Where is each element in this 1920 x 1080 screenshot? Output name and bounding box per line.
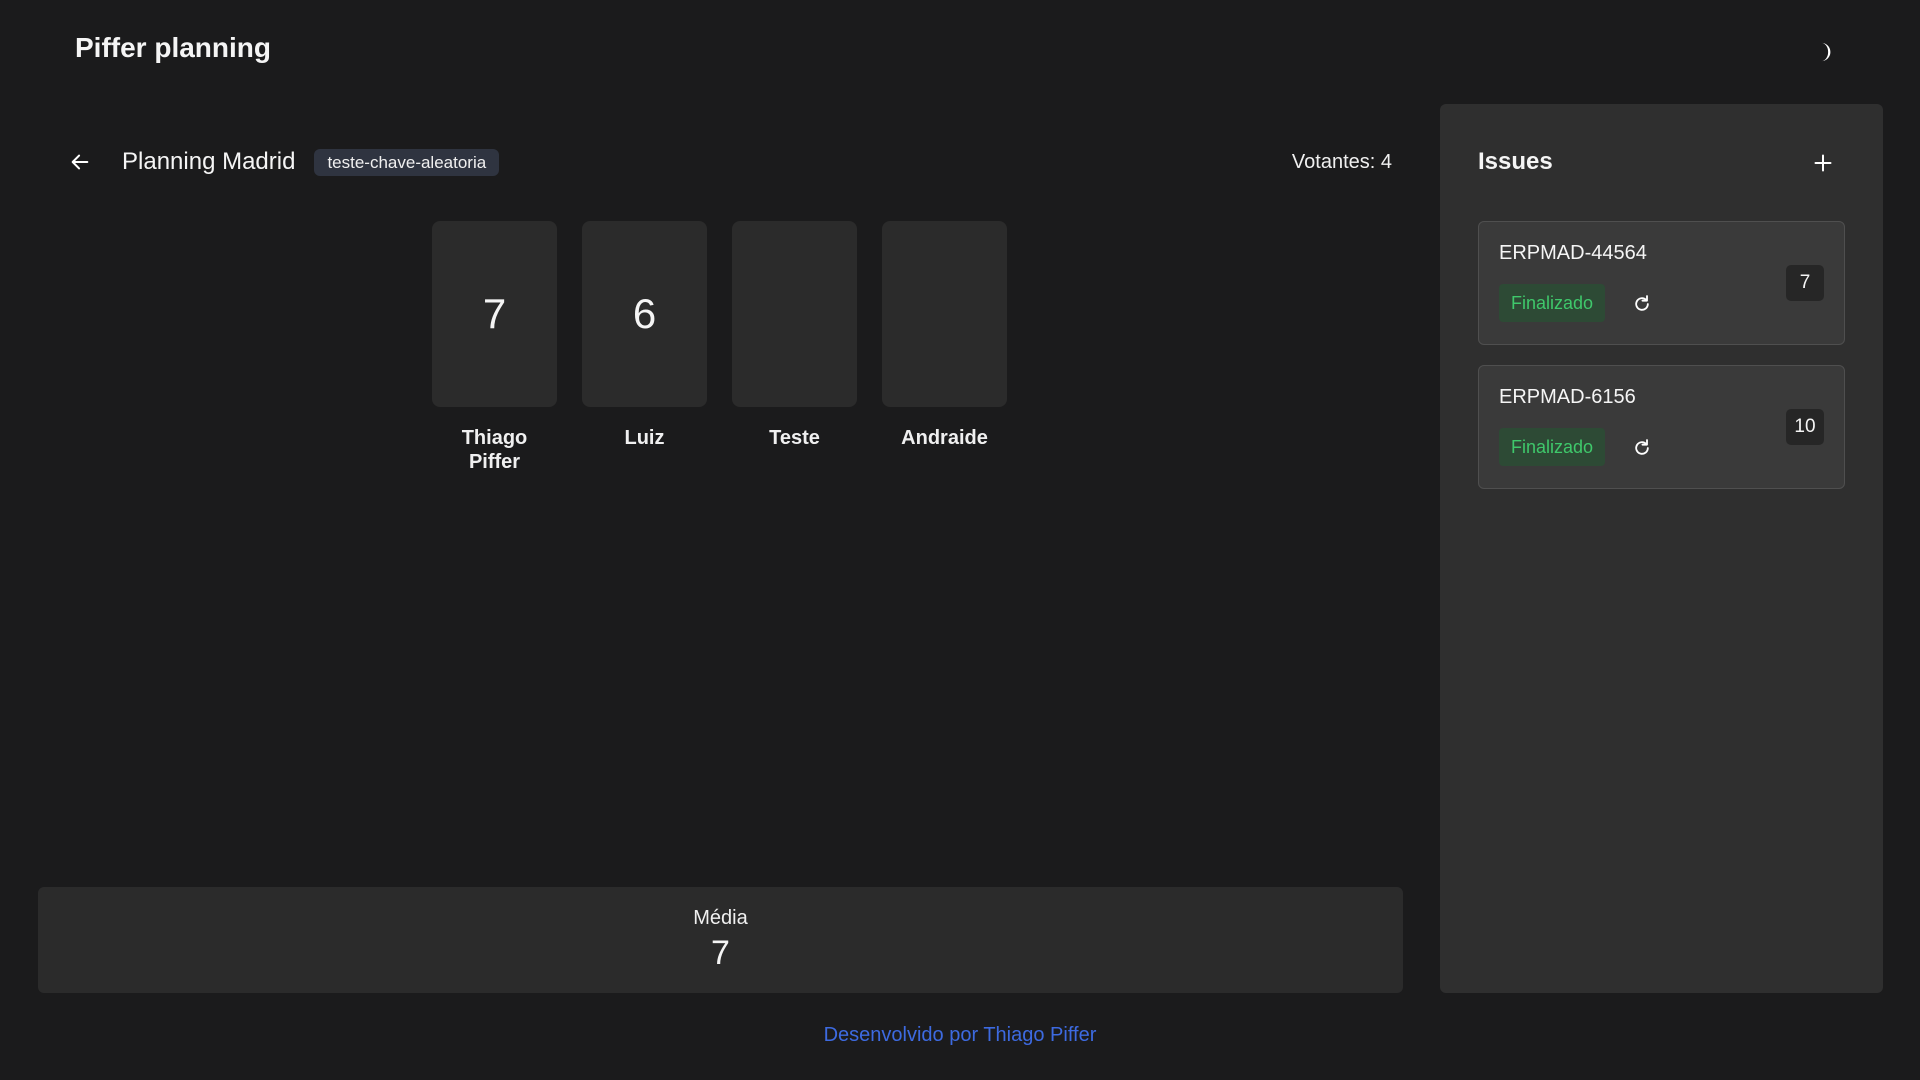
vote-column: Teste bbox=[732, 221, 857, 474]
app-title: Piffer planning bbox=[75, 32, 271, 63]
room-name: Planning Madrid bbox=[122, 148, 296, 175]
reset-vote-button[interactable] bbox=[1628, 434, 1656, 462]
issue-card[interactable]: ERPMAD-44564 Finalizado 7 bbox=[1478, 221, 1845, 345]
refresh-icon bbox=[1635, 439, 1649, 455]
vote-card bbox=[732, 221, 857, 407]
vote-card: 7 bbox=[432, 221, 557, 407]
vote-card bbox=[882, 221, 1007, 407]
issue-score: 7 bbox=[1786, 265, 1824, 301]
vote-column: 6 Luiz bbox=[582, 221, 707, 474]
vote-card: 6 bbox=[582, 221, 707, 407]
voter-name: Thiago Piffer bbox=[461, 427, 528, 473]
vote-column: 7 Thiago Piffer bbox=[432, 221, 557, 474]
moon-icon bbox=[1821, 42, 1831, 62]
average-panel: Média 7 bbox=[38, 887, 1403, 993]
plus-icon bbox=[1814, 154, 1832, 172]
issues-title: Issues bbox=[1478, 148, 1553, 175]
add-issue-button[interactable] bbox=[1806, 146, 1840, 180]
average-label: Média bbox=[693, 907, 748, 929]
reset-vote-button[interactable] bbox=[1628, 290, 1656, 318]
voters-count: Votantes: 4 bbox=[1291, 150, 1392, 173]
issue-key: ERPMAD-6156 bbox=[1499, 386, 1636, 408]
developer-link[interactable]: Desenvolvido por Thiago Piffer bbox=[0, 1024, 1920, 1047]
refresh-icon bbox=[1635, 295, 1649, 311]
issue-key: ERPMAD-44564 bbox=[1499, 242, 1647, 264]
arrow-left-icon bbox=[71, 154, 89, 170]
issue-score: 10 bbox=[1786, 409, 1824, 445]
issue-card[interactable]: ERPMAD-6156 Finalizado 10 bbox=[1478, 365, 1845, 489]
issue-status-badge: Finalizado bbox=[1499, 284, 1606, 322]
room-header: Planning Madrid teste-chave-aleatoria Vo… bbox=[62, 142, 1392, 182]
voter-name: Luiz bbox=[624, 427, 665, 449]
issue-list: ERPMAD-44564 Finalizado 7 ERPMAD-6156 Fi… bbox=[1478, 221, 1845, 509]
voter-name: Teste bbox=[769, 427, 820, 449]
back-button[interactable] bbox=[62, 144, 98, 180]
vote-column: Andraide bbox=[882, 221, 1007, 474]
voter-name: Andraide bbox=[901, 427, 988, 449]
issues-panel: Issues ERPMAD-44564 Finalizado 7 ERPMAD-… bbox=[1440, 104, 1883, 993]
room-key-badge: teste-chave-aleatoria bbox=[314, 148, 500, 176]
theme-toggle-button[interactable] bbox=[1806, 34, 1842, 70]
vote-cards: 7 Thiago Piffer 6 Luiz Teste Andraide bbox=[432, 221, 1007, 474]
average-value: 7 bbox=[711, 934, 730, 972]
issue-status-badge: Finalizado bbox=[1499, 428, 1606, 466]
